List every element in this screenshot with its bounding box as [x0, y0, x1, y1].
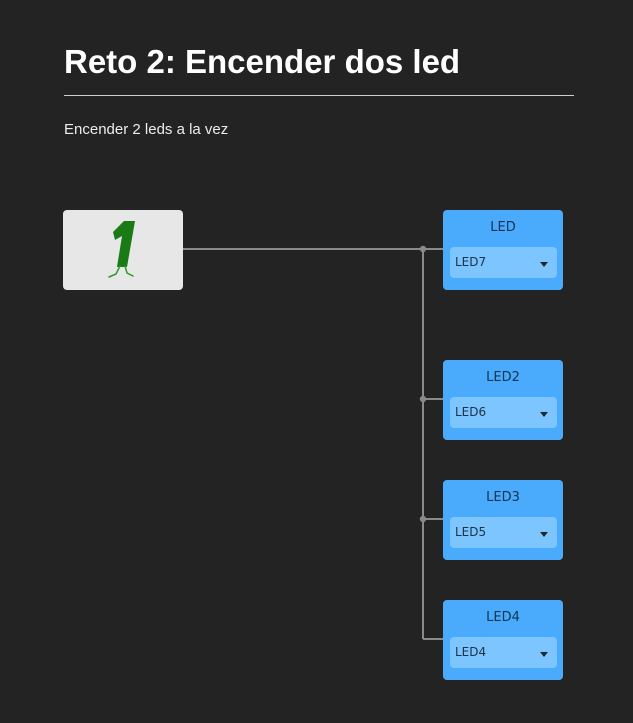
led-select-dropdown[interactable]: LED5 — [450, 517, 557, 548]
led-select-value: LED5 — [455, 525, 487, 539]
led-select-value: LED7 — [455, 255, 487, 269]
led-block-title: LED3 — [486, 490, 520, 505]
chevron-down-icon — [540, 532, 548, 537]
source-block[interactable] — [63, 210, 183, 290]
wire-junction-2 — [419, 395, 427, 403]
led-select-value: LED6 — [455, 405, 487, 419]
led-block-3[interactable]: LED3 LED5 — [443, 480, 563, 560]
led-select-dropdown[interactable]: LED6 — [450, 397, 557, 428]
wire-junction-1 — [419, 245, 427, 253]
led-block-4[interactable]: LED4 LED4 — [443, 600, 563, 680]
led-block-title: LED4 — [486, 610, 520, 625]
led-block-1[interactable]: LED LED7 — [443, 210, 563, 290]
chevron-down-icon — [540, 412, 548, 417]
workspace: Reto 2: Encender dos led Encender 2 leds… — [0, 0, 633, 723]
digit-one-walking-icon — [108, 221, 135, 278]
led-block-title: LED2 — [486, 370, 520, 385]
led-block-2[interactable]: LED2 LED6 — [443, 360, 563, 440]
led-select-value: LED4 — [455, 645, 487, 659]
chevron-down-icon — [540, 652, 548, 657]
led-select-dropdown[interactable]: LED7 — [450, 247, 557, 278]
chevron-down-icon — [540, 262, 548, 267]
wire-junction-3 — [419, 515, 427, 523]
led-block-title: LED — [490, 220, 516, 235]
led-select-dropdown[interactable]: LED4 — [450, 637, 557, 668]
